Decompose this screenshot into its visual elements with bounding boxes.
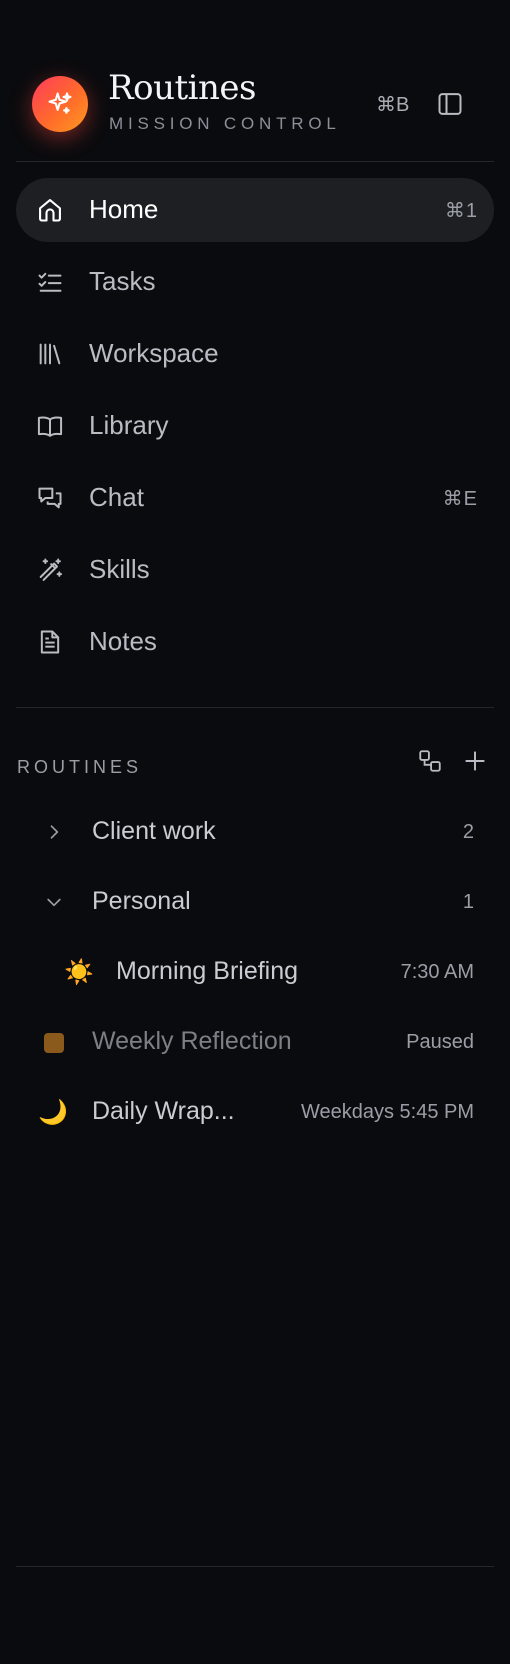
sidebar-header: Routines MISSION CONTROL ⌘B [0,0,510,162]
nav-item-chat[interactable]: Chat ⌘E [16,466,494,530]
footer-divider [16,1566,494,1567]
routine-group-label: Client work [92,817,216,845]
routine-item-label: Daily Wrap... [92,1097,235,1125]
books-icon [39,343,61,365]
plus-icon[interactable] [462,748,488,774]
nav-shortcut-chat: ⌘E [442,488,478,510]
nav-label-notes: Notes [89,626,157,656]
nav-label-chat: Chat [89,482,144,512]
magic-wand-icon [39,558,63,581]
nav-item-library[interactable]: Library [16,394,494,458]
nav-label-skills: Skills [89,554,150,584]
nav-divider [16,707,494,708]
nav-item-notes[interactable]: Notes [16,610,494,674]
routine-item-schedule: 7:30 AM [400,961,474,983]
nav-label-workspace: Workspace [89,338,219,368]
book-open-icon [37,416,63,437]
chevron-right-icon[interactable] [44,822,64,842]
sparkles-icon [48,92,72,114]
nav-item-tasks[interactable]: Tasks [16,250,494,314]
routine-item-morning-briefing[interactable]: ☀️ Morning Briefing 7:30 AM [16,942,494,1002]
moon-icon: 🌙 [38,1099,68,1126]
routine-item-schedule: Weekdays 5:45 PM [300,1101,474,1123]
routine-item-label: Weekly Reflection [92,1027,292,1055]
nav-item-home[interactable]: Home ⌘1 [16,178,494,242]
nav-label-home: Home [89,194,159,224]
paused-status-icon [44,1033,64,1053]
nav-label-tasks: Tasks [89,266,156,296]
routine-item-weekly-reflection[interactable]: Weekly Reflection Paused [16,1012,494,1072]
checklist-icon [38,272,62,292]
document-icon [40,630,60,654]
app-title: Routines [108,68,256,108]
nav-item-skills[interactable]: Skills [16,538,494,602]
chevron-down-icon[interactable] [44,892,64,912]
routine-group-personal[interactable]: Personal 1 [16,872,494,932]
sidebar-toggle-icon[interactable] [436,90,464,118]
nav-label-library: Library [89,410,169,440]
header-divider [16,161,494,162]
routine-group-client-work[interactable]: Client work 2 [16,802,494,862]
routine-group-label: Personal [92,887,191,915]
routine-item-daily-wrap[interactable]: 🌙 Daily Wrap... Weekdays 5:45 PM [16,1082,494,1142]
toggle-shortcut-hint: ⌘B [376,94,410,116]
nav-item-workspace[interactable]: Workspace [16,322,494,386]
chat-bubbles-icon [38,487,62,509]
routine-group-count: 1 [462,891,474,913]
routine-item-status: Paused [406,1031,474,1053]
routines-section-title: ROUTINES [17,757,143,777]
routine-item-label: Morning Briefing [116,957,299,985]
home-icon [39,199,61,222]
group-icon[interactable] [417,748,443,774]
app-subtitle: MISSION CONTROL [109,114,341,133]
routine-group-count: 2 [462,821,474,843]
sun-icon: ☀️ [64,959,94,986]
nav-shortcut-home: ⌘1 [444,200,478,222]
app-logo[interactable] [32,76,88,132]
